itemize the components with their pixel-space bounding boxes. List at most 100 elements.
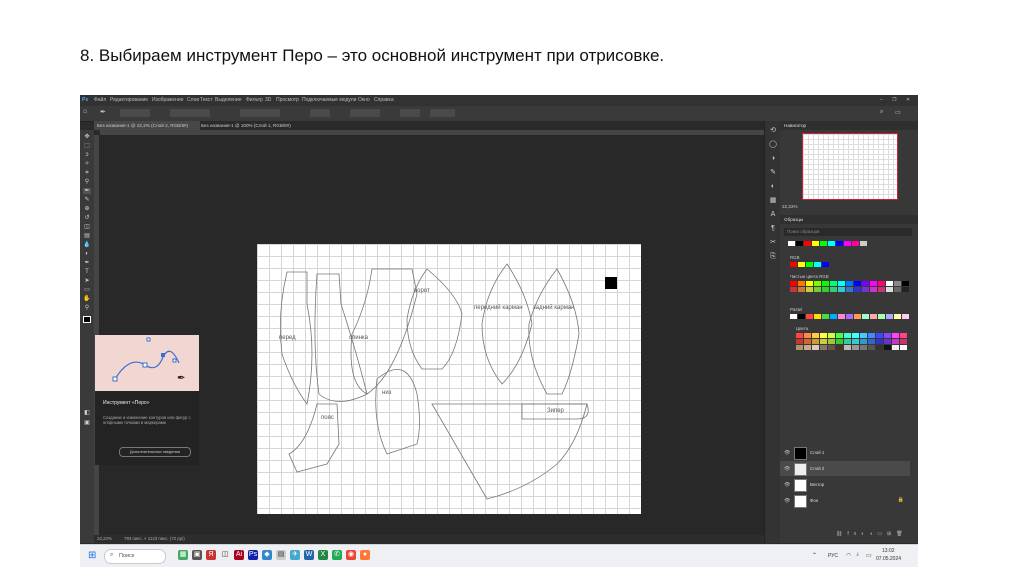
fill-select[interactable]	[170, 109, 210, 117]
brush-tool-icon[interactable]: ✎	[83, 197, 91, 203]
crop-tool-icon[interactable]: ⌗	[83, 170, 91, 176]
volume-icon[interactable]: ♪	[856, 552, 859, 558]
eraser-tool-icon[interactable]: ◫	[83, 224, 91, 230]
app-icon[interactable]: ✈	[290, 550, 300, 560]
rgb-swatches[interactable]	[790, 262, 829, 267]
color-swatches[interactable]	[796, 333, 907, 350]
minimize-icon[interactable]: –	[880, 97, 883, 103]
app-icon[interactable]: ▣	[192, 550, 202, 560]
path-selection-tool-icon[interactable]: ➤	[83, 278, 91, 284]
pen-icon[interactable]: ✒	[83, 260, 91, 266]
lasso-tool-icon[interactable]: ↄ	[83, 152, 91, 158]
stroke-width-field[interactable]	[240, 109, 280, 117]
eye-icon[interactable]: 👁	[784, 482, 790, 488]
swatch-folder[interactable]: Pastel	[790, 307, 802, 312]
yandex-icon[interactable]: Я	[206, 550, 216, 560]
foreground-color-swatch[interactable]	[83, 316, 91, 323]
excel-icon[interactable]: X	[318, 550, 328, 560]
search-icon[interactable]: ⌕	[880, 109, 883, 116]
tab-document-2[interactable]: Без названия-1 @ 100% (Слой 1, RGB/8#)	[198, 121, 304, 130]
menu-item[interactable]: Изображение	[152, 97, 184, 103]
menu-item[interactable]: Справка	[374, 97, 394, 103]
libraries-icon[interactable]: ▦	[768, 197, 778, 205]
clock-date[interactable]: 07.05.2024	[876, 556, 901, 562]
wifi-icon[interactable]: ◠	[846, 552, 851, 559]
layer-actions[interactable]: ⛓fx◐◑▭⊞🗑	[836, 531, 908, 537]
history-icon[interactable]: ⟲	[768, 127, 778, 135]
eye-icon[interactable]: 👁	[784, 498, 790, 504]
paths-icon[interactable]: ⎘	[768, 253, 778, 261]
app-icon[interactable]: ●	[360, 550, 370, 560]
clone-stamp-tool-icon[interactable]: ⊕	[83, 206, 91, 212]
menu-item[interactable]: Фильтр	[246, 97, 263, 103]
language-indicator[interactable]: РУС	[828, 553, 838, 559]
eyedropper-tool-icon[interactable]: ⚲	[83, 179, 91, 185]
marquee-tool-icon[interactable]: ⬚	[83, 143, 91, 149]
move-tool-icon[interactable]: ✥	[83, 134, 91, 140]
menu-item[interactable]: Текст	[200, 97, 213, 103]
layer-row[interactable]: 👁 Слой 1	[780, 445, 910, 460]
app-icon[interactable]: ▤	[276, 550, 286, 560]
app-icon[interactable]: ◫	[220, 550, 230, 560]
chrome-icon[interactable]: ◉	[346, 550, 356, 560]
photoshop-icon[interactable]: Ps	[248, 550, 258, 560]
illustrator-icon[interactable]: Ai	[234, 550, 244, 560]
tools-icon[interactable]: ✂	[768, 239, 778, 247]
menu-item[interactable]: Просмотр	[276, 97, 299, 103]
clock-time[interactable]: 13:02	[882, 548, 895, 554]
swatch-folder[interactable]: Цвета	[796, 326, 808, 331]
screen-mode-icon[interactable]: ▣	[83, 420, 91, 426]
magic-wand-tool-icon[interactable]: ✧	[83, 161, 91, 167]
menu-item[interactable]: Слои	[187, 97, 199, 103]
swatches-row[interactable]	[788, 241, 867, 246]
pen-tool-icon[interactable]: ✒	[100, 108, 106, 116]
dodge-tool-icon[interactable]: ◐	[83, 251, 91, 257]
zoom-tool-icon[interactable]: ⚲	[83, 305, 91, 311]
app-icon[interactable]: ◆	[262, 550, 272, 560]
menu-item[interactable]: Окно	[358, 97, 370, 103]
path-ops-button[interactable]	[400, 109, 420, 117]
swatch-folder[interactable]: Чистые цвета RGB	[790, 274, 829, 279]
layer-row[interactable]: 👁 Вектор	[780, 477, 910, 492]
tab-document-1[interactable]: Без названия-1 @ 22,2% (Слой 2, RGB/8#)	[94, 121, 200, 130]
battery-icon[interactable]: ▭	[866, 552, 872, 559]
color-icon[interactable]: ◑	[768, 155, 778, 163]
brushes-icon[interactable]: ✎	[768, 169, 778, 177]
paragraph-icon[interactable]: ¶	[768, 225, 778, 233]
windows-start-icon[interactable]: ⊞	[88, 550, 96, 561]
layer-row[interactable]: 👁 Фон 🔒	[780, 493, 910, 508]
swatch-folder[interactable]: RGB	[790, 255, 800, 260]
blur-tool-icon[interactable]: 💧	[83, 242, 91, 248]
width-field[interactable]	[310, 109, 330, 117]
home-icon[interactable]: ⌂	[83, 108, 87, 115]
menu-item[interactable]: Выделение	[215, 97, 242, 103]
navigator-zoom[interactable]: 22,22%	[782, 204, 798, 209]
mode-select[interactable]	[120, 109, 150, 117]
restore-icon[interactable]: ❐	[892, 97, 896, 103]
menu-item[interactable]: Файл	[94, 97, 106, 103]
swatch-search-input[interactable]: Поиск образцов	[784, 228, 912, 236]
pen-tool-active-icon[interactable]: ✒	[83, 188, 91, 194]
gradient-tool-icon[interactable]: ▤	[83, 233, 91, 239]
align-edges-checkbox[interactable]	[430, 109, 455, 117]
pastel-swatches[interactable]	[790, 314, 909, 319]
menu-item[interactable]: 3D	[265, 97, 271, 103]
workspace-icon[interactable]: ▭	[895, 109, 901, 116]
whatsapp-icon[interactable]: ✆	[332, 550, 342, 560]
menu-item[interactable]: Редактирование	[110, 97, 148, 103]
history-brush-tool-icon[interactable]: ↺	[83, 215, 91, 221]
swatches-title[interactable]: Образцы	[780, 215, 918, 224]
pure-color-swatches[interactable]	[790, 281, 909, 292]
navigator-title[interactable]: Навигатор	[780, 121, 918, 130]
status-zoom[interactable]: 22,22%	[97, 536, 112, 541]
shape-tool-icon[interactable]: ▭	[83, 287, 91, 293]
height-field[interactable]	[350, 109, 380, 117]
widget-icon[interactable]: ▦	[178, 550, 188, 560]
navigator-thumbnail[interactable]	[802, 133, 898, 200]
adjustments-icon[interactable]: ◐	[768, 183, 778, 191]
eye-icon[interactable]: 👁	[784, 450, 790, 456]
properties-icon[interactable]: ◯	[768, 141, 778, 149]
type-tool-icon[interactable]: T	[83, 269, 91, 275]
learn-more-button[interactable]: Дополнительные сведения	[119, 447, 191, 457]
eye-icon[interactable]: 👁	[784, 466, 790, 472]
